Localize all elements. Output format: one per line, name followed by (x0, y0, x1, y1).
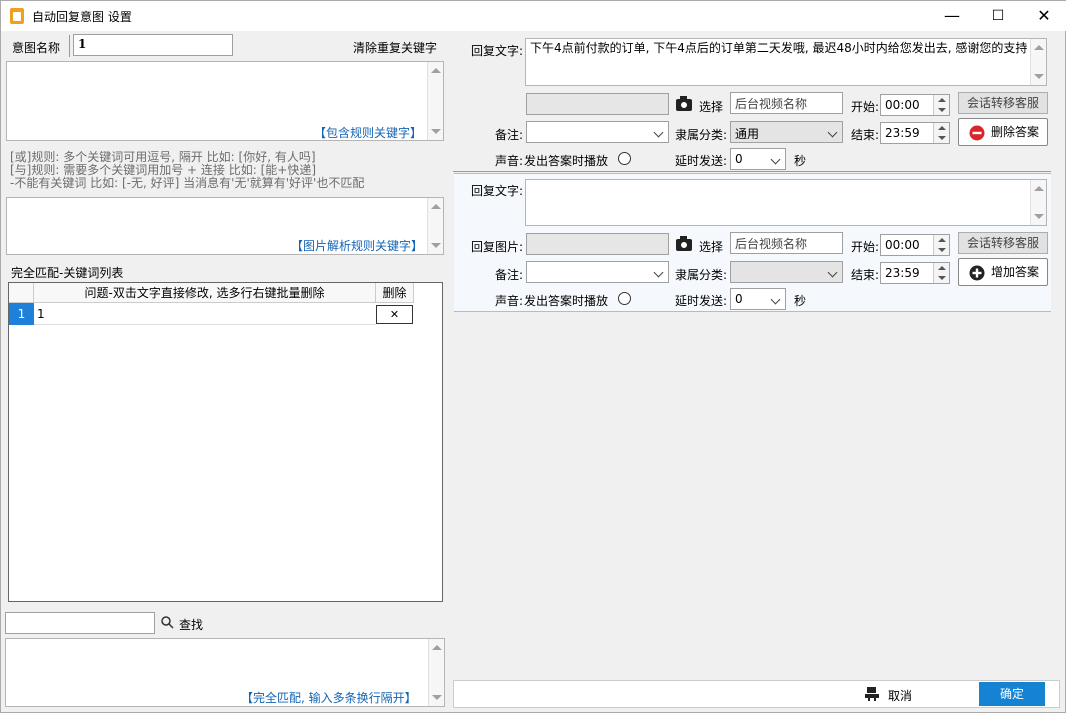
cancel-icon (865, 687, 879, 701)
delay-unit: 秒 (794, 154, 807, 168)
delay-value: 0 (735, 152, 743, 166)
start-label: 开始: (851, 100, 880, 114)
transfer-agent-button[interactable]: 会话转移客服 (958, 92, 1048, 114)
category-value: 通用 (735, 127, 760, 141)
cancel-button[interactable]: 取消 (888, 687, 912, 704)
clear-duplicates-button[interactable]: 清除重复关键字 (353, 39, 437, 56)
category-select[interactable]: 通用 (730, 121, 843, 143)
delay-value-2: 0 (735, 292, 743, 306)
scrollbar[interactable] (427, 198, 443, 254)
scrollbar[interactable] (1030, 39, 1046, 85)
start-time-spinner-2[interactable]: 00:00 (880, 234, 950, 256)
include-rule-keywords-link[interactable]: 【包含规则关键字】 (314, 124, 422, 141)
end-time-spinner-2[interactable]: 23:59 (880, 262, 950, 284)
reply-text-label: 回复文字: (471, 44, 524, 58)
spin-buttons[interactable] (933, 123, 949, 143)
note-label: 备注: (495, 128, 524, 142)
window-title: 自动回复意图 设置 (32, 10, 132, 24)
divider (453, 171, 1051, 172)
search-icon[interactable] (161, 616, 174, 629)
app-icon (10, 8, 24, 24)
start-time-value-2: 00:00 (885, 238, 920, 252)
scrollbar[interactable] (427, 62, 443, 140)
exact-match-link[interactable]: 【完全匹配, 输入多条换行隔开】 (241, 689, 417, 706)
delay-select[interactable]: 0 (730, 148, 786, 170)
search-label[interactable]: 查找 (179, 616, 203, 633)
add-answer-label: 增加答案 (991, 265, 1040, 279)
spin-buttons[interactable] (933, 235, 949, 255)
note-label-2: 备注: (495, 268, 524, 282)
settings-window: 自动回复意图 设置 — ☐ ✕ 意图名称 1 清除重复关键字 【包含规则关键字】… (0, 0, 1066, 713)
spin-buttons[interactable] (933, 263, 949, 283)
table-row[interactable]: 1 (34, 303, 376, 325)
reply-text-textarea[interactable]: 下午4点前付款的订单, 下午4点后的订单第二天发哦, 最迟48小时内给您发出去,… (525, 38, 1047, 86)
footer-bar (453, 680, 1060, 708)
end-label: 结束: (851, 128, 880, 142)
scrollbar[interactable] (1030, 180, 1046, 225)
sound-radio[interactable] (618, 152, 631, 165)
image-rule-keywords-link[interactable]: 【图片解析规则关键字】 (291, 237, 423, 254)
ok-button[interactable]: 确定 (979, 682, 1045, 706)
not-rule-text: -不能有关键词 比如: [-无, 好评] 当消息有'无'就算有'好评'也不匹配 (10, 176, 365, 190)
end-label-2: 结束: (851, 268, 880, 282)
delay-label: 延时发送: (675, 154, 728, 168)
add-icon (969, 265, 985, 281)
row-number[interactable]: 1 (9, 303, 34, 325)
note-select-2[interactable] (526, 261, 669, 283)
image-path-input-2[interactable] (526, 233, 669, 255)
delete-icon (969, 125, 985, 141)
start-time-spinner[interactable]: 00:00 (880, 94, 950, 116)
add-answer-button[interactable]: 增加答案 (958, 258, 1048, 286)
end-time-value: 23:59 (885, 126, 920, 140)
row-delete-button[interactable]: ✕ (376, 305, 413, 324)
video-name-input[interactable]: 后台视频名称 (730, 92, 843, 114)
keyword-table: 问题-双击文字直接修改, 选多行右键批量删除 删除 1 1 ✕ (8, 282, 443, 602)
row-number-header (9, 283, 34, 303)
sound-text-2: 发出答案时播放 (524, 294, 609, 308)
title-bar: 自动回复意图 设置 — ☐ ✕ (1, 1, 1066, 31)
select-image-button-2[interactable]: 选择 (699, 238, 723, 255)
video-name-input-2[interactable]: 后台视频名称 (730, 232, 843, 254)
reply-text-label-2: 回复文字: (471, 184, 524, 198)
intent-name-input[interactable]: 1 (73, 34, 233, 56)
camera-icon[interactable] (676, 96, 692, 111)
spin-buttons[interactable] (933, 95, 949, 115)
image-path-input[interactable] (526, 93, 669, 115)
delete-answer-label: 删除答案 (991, 125, 1040, 139)
delete-column-header: 删除 (376, 283, 414, 303)
end-time-spinner[interactable]: 23:59 (880, 122, 950, 144)
maximize-button[interactable]: ☐ (975, 1, 1021, 31)
scrollbar[interactable] (428, 639, 444, 706)
sound-label: 声音: (495, 154, 524, 168)
category-select-2[interactable] (730, 261, 843, 283)
note-select[interactable] (526, 121, 669, 143)
start-time-value: 00:00 (885, 98, 920, 112)
question-column-header: 问题-双击文字直接修改, 选多行右键批量删除 (34, 283, 376, 303)
category-label-2: 隶属分类: (675, 268, 728, 282)
exact-match-list-title: 完全匹配-关键词列表 (11, 266, 124, 280)
divider (69, 35, 70, 57)
sound-label-2: 声音: (495, 294, 524, 308)
select-image-button[interactable]: 选择 (699, 98, 723, 115)
category-label: 隶属分类: (675, 128, 728, 142)
delete-answer-button[interactable]: 删除答案 (958, 118, 1048, 146)
close-button[interactable]: ✕ (1021, 1, 1066, 31)
delay-label-2: 延时发送: (675, 294, 728, 308)
reply-image-label: 回复图片: (471, 240, 524, 254)
reply-text-value: 下午4点前付款的订单, 下午4点后的订单第二天发哦, 最迟48小时内给您发出去,… (530, 41, 1028, 55)
sound-text: 发出答案时播放 (524, 154, 609, 168)
delay-unit-2: 秒 (794, 294, 807, 308)
reply-text-textarea-2[interactable] (525, 179, 1047, 226)
start-label-2: 开始: (851, 240, 880, 254)
minimize-button[interactable]: — (929, 1, 975, 31)
search-input[interactable] (5, 612, 155, 634)
end-time-value-2: 23:59 (885, 266, 920, 280)
sound-radio-2[interactable] (618, 292, 631, 305)
camera-icon[interactable] (676, 236, 692, 251)
transfer-agent-button-2[interactable]: 会话转移客服 (958, 232, 1048, 254)
intent-name-label: 意图名称 (12, 41, 61, 55)
delay-select-2[interactable]: 0 (730, 288, 786, 310)
